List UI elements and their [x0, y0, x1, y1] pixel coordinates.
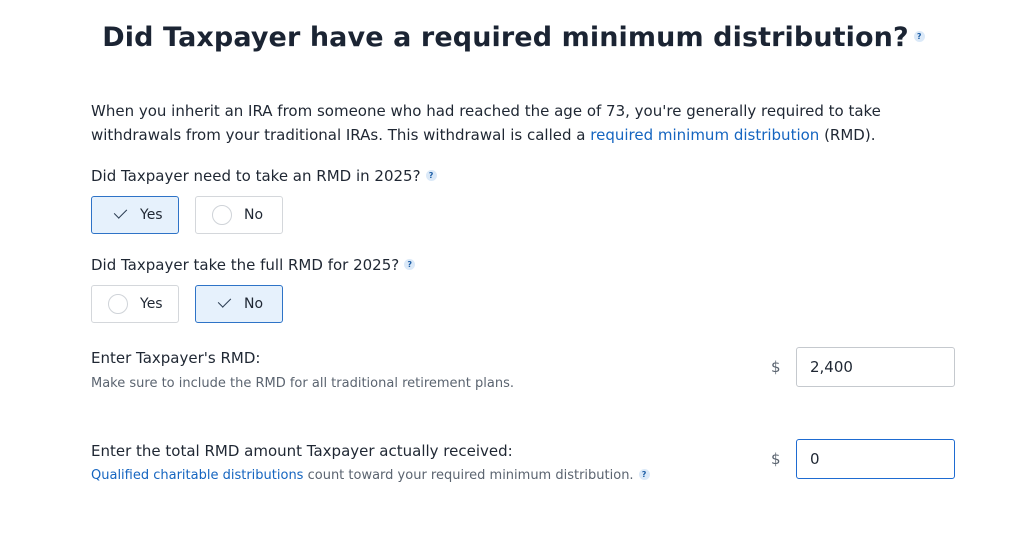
page-title-text: Did Taxpayer have a required minimum dis…: [102, 22, 909, 53]
received-field-hint: Qualified charitable distributions count…: [91, 468, 650, 483]
need-rmd-yes-label: Yes: [140, 207, 163, 223]
page-title: Did Taxpayer have a required minimum dis…: [0, 22, 1027, 53]
currency-symbol: $: [771, 358, 781, 376]
rmd-field-label: Enter Taxpayer's RMD:: [91, 349, 261, 367]
radio-circle-icon: [212, 205, 232, 225]
help-icon[interactable]: ?: [404, 259, 416, 270]
need-rmd-no-button[interactable]: No: [195, 196, 283, 234]
rmd-link[interactable]: required minimum distribution: [590, 126, 819, 144]
currency-symbol: $: [771, 450, 781, 468]
question-need-rmd-text: Did Taxpayer need to take an RMD in 2025…: [91, 167, 421, 185]
checkmark-icon: [112, 203, 136, 227]
received-field-label: Enter the total RMD amount Taxpayer actu…: [91, 442, 513, 460]
received-field-hint-text: count toward your required minimum distr…: [303, 468, 634, 483]
received-amount-input[interactable]: [796, 439, 955, 479]
full-rmd-no-button[interactable]: No: [195, 285, 283, 323]
intro-text-after: (RMD).: [819, 126, 876, 144]
checkmark-icon: [216, 292, 240, 316]
radio-circle-icon: [108, 294, 128, 314]
help-icon[interactable]: ?: [425, 170, 437, 181]
full-rmd-no-label: No: [244, 296, 264, 312]
intro-text: When you inherit an IRA from someone who…: [91, 99, 931, 147]
full-rmd-yes-label: Yes: [140, 296, 163, 312]
full-rmd-yes-button[interactable]: Yes: [91, 285, 179, 323]
help-icon[interactable]: ?: [638, 469, 650, 480]
need-rmd-yes-button[interactable]: Yes: [91, 196, 179, 234]
question-need-rmd: Did Taxpayer need to take an RMD in 2025…: [91, 167, 437, 185]
rmd-field-hint: Make sure to include the RMD for all tra…: [91, 376, 514, 391]
need-rmd-no-label: No: [244, 207, 264, 223]
help-icon[interactable]: ?: [913, 31, 925, 42]
qcd-link[interactable]: Qualified charitable distributions: [91, 468, 303, 483]
question-full-rmd: Did Taxpayer take the full RMD for 2025?…: [91, 256, 416, 274]
question-full-rmd-text: Did Taxpayer take the full RMD for 2025?: [91, 256, 400, 274]
rmd-amount-input[interactable]: [796, 347, 955, 387]
